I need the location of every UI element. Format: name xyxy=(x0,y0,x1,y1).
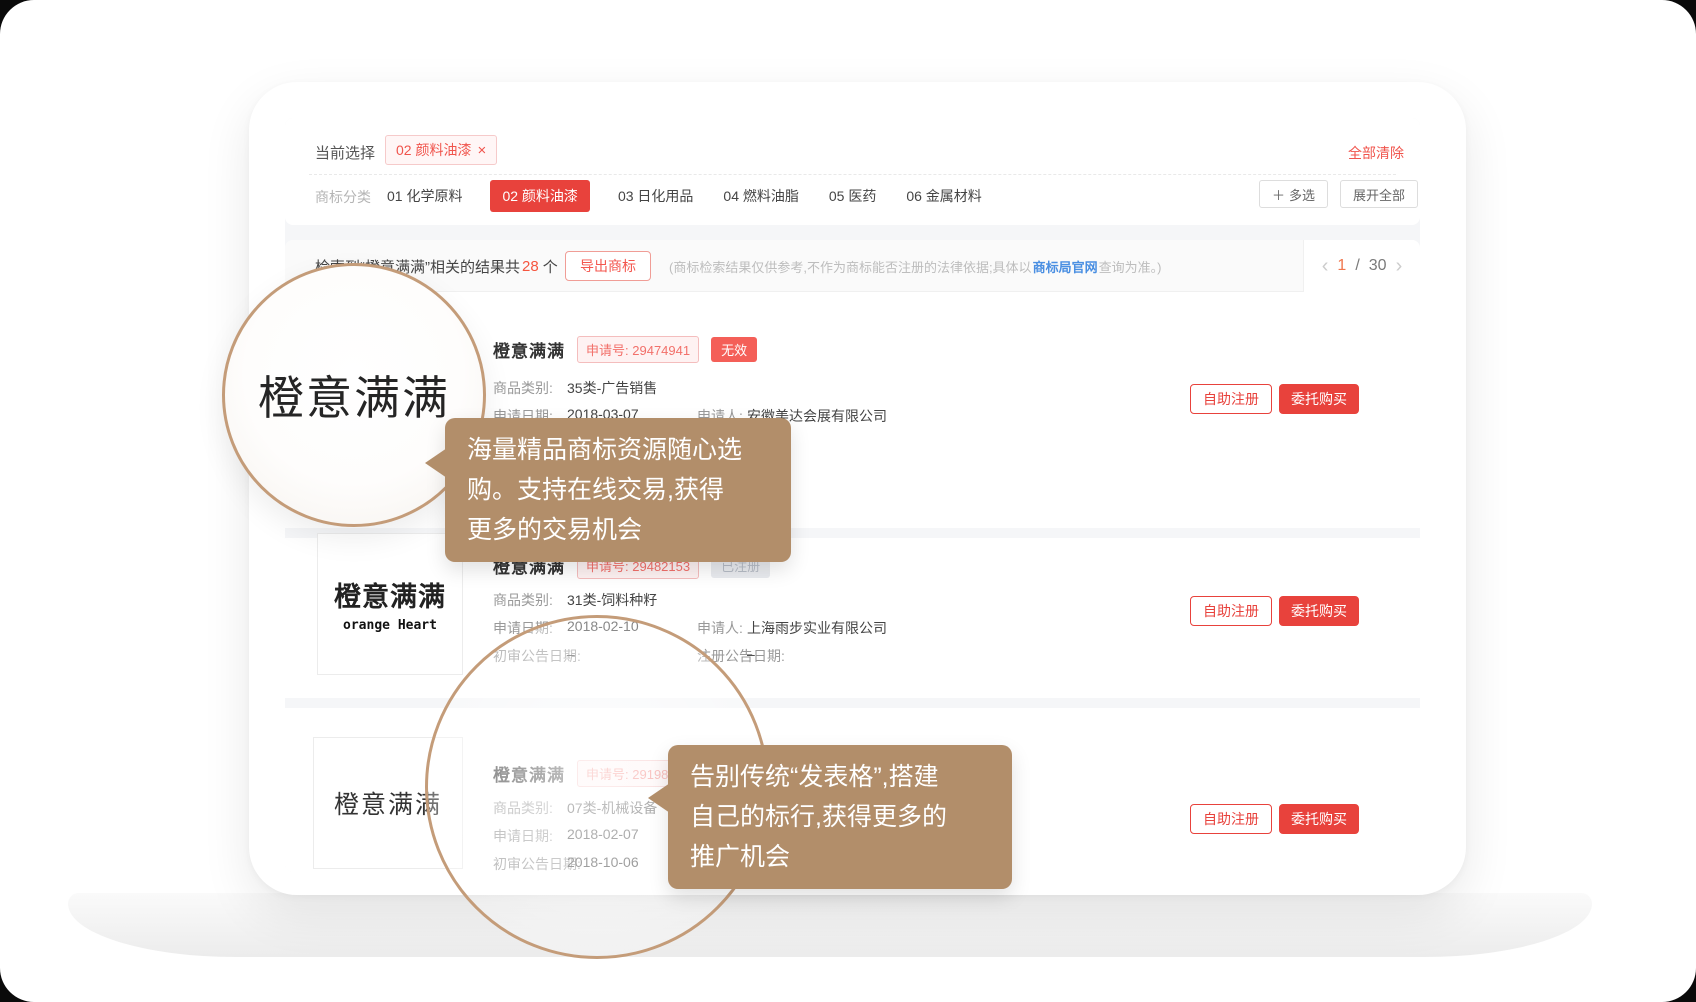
self-register-button[interactable]: 自助注册 xyxy=(1190,384,1272,414)
results-disclaimer: (商标检索结果仅供参考,不作为商标能否注册的法律依据;具体以 商标局官网 查询为… xyxy=(669,240,1161,292)
multi-select-label: 多选 xyxy=(1289,185,1315,204)
page-sheet: 当前选择 02 颜料油漆 × 全部清除 商标分类 01 化学原料 02 颜料油漆… xyxy=(0,0,1696,1002)
application-number-value: 29474941 xyxy=(632,343,690,358)
reg-publish-value: – xyxy=(747,646,755,662)
divider xyxy=(309,174,1396,175)
pagination-current: 1 xyxy=(1337,257,1346,275)
results-header: 检索到“橙意满满”相关的结果共 28 个 导出商标 (商标检索结果仅供参考,不作… xyxy=(285,240,1420,292)
close-icon[interactable]: × xyxy=(477,143,486,158)
category-item-04[interactable]: 04 燃料油脂 xyxy=(721,180,800,212)
filter-card: 当前选择 02 颜料油漆 × 全部清除 商标分类 01 化学原料 02 颜料油漆… xyxy=(285,118,1420,225)
applicant-value: 上海雨步实业有限公司 xyxy=(747,618,887,638)
pagination: ‹ 1 / 30 › xyxy=(1303,240,1420,292)
category-item-03[interactable]: 03 日化用品 xyxy=(616,180,695,212)
category-item-01[interactable]: 01 化学原料 xyxy=(385,180,464,212)
status-badge: 无效 xyxy=(711,337,757,362)
results-count: 28 xyxy=(522,258,539,275)
trademark-image-subtext: orange Heart xyxy=(343,618,437,633)
tooltip-promotion: 告别传统“发表格”,搭建 自己的标行,获得更多的 推广机会 xyxy=(668,745,1012,889)
multi-select-button[interactable]: ＋ 多选 xyxy=(1259,180,1328,208)
pagination-separator: / xyxy=(1355,257,1359,275)
row-title-line: 橙意满满 申请号: 29474941 无效 xyxy=(493,336,757,363)
category-bar-label: 商标分类 xyxy=(315,187,371,207)
export-trademark-button[interactable]: 导出商标 xyxy=(565,251,651,281)
chevron-right-icon[interactable]: › xyxy=(1396,256,1403,276)
self-register-button[interactable]: 自助注册 xyxy=(1190,596,1272,626)
entrust-buy-button[interactable]: 委托购买 xyxy=(1279,596,1359,626)
pagination-total: 30 xyxy=(1369,257,1387,275)
chevron-left-icon[interactable]: ‹ xyxy=(1322,256,1329,276)
category-list: 01 化学原料 02 颜料油漆 03 日化用品 04 燃料油脂 05 医药 06… xyxy=(385,180,984,212)
expand-all-button[interactable]: 展开全部 xyxy=(1340,180,1418,208)
trademark-image-text: 橙意满满 xyxy=(334,575,446,614)
clear-all-link[interactable]: 全部清除 xyxy=(1348,143,1404,163)
selected-filter-tag-text: 02 颜料油漆 xyxy=(396,140,471,160)
application-number-tag: 申请号: 29474941 xyxy=(577,336,699,363)
category-item-05[interactable]: 05 医药 xyxy=(827,180,878,212)
trademark-image[interactable]: 橙意满满 orange Heart xyxy=(317,533,463,675)
entrust-buy-button[interactable]: 委托购买 xyxy=(1279,804,1359,834)
laptop-base xyxy=(68,893,1592,957)
results-count-unit: 个 xyxy=(543,256,558,277)
current-selection-label: 当前选择 xyxy=(315,142,375,163)
tooltip-marketplace: 海量精品商标资源随心选 购。支持在线交易,获得 更多的交易机会 xyxy=(445,418,791,562)
applicant-label: 申请人: xyxy=(697,618,743,638)
category-value: 31类-饲料种籽 xyxy=(567,590,657,610)
category-value: 35类-广告销售 xyxy=(567,378,657,398)
self-register-button[interactable]: 自助注册 xyxy=(1190,804,1272,834)
selected-filter-tag[interactable]: 02 颜料油漆 × xyxy=(385,135,497,165)
category-item-02-selected[interactable]: 02 颜料油漆 xyxy=(490,180,589,212)
category-label: 商品类别: xyxy=(493,590,553,610)
magnified-trademark-text: 橙意满满 xyxy=(258,362,450,428)
trademark-office-link[interactable]: 商标局官网 xyxy=(1033,257,1098,276)
page-canvas: 当前选择 02 颜料油漆 × 全部清除 商标分类 01 化学原料 02 颜料油漆… xyxy=(0,0,1696,1002)
plus-icon: ＋ xyxy=(1272,185,1285,204)
category-label: 商品类别: xyxy=(493,378,553,398)
entrust-buy-button[interactable]: 委托购买 xyxy=(1279,384,1359,414)
trademark-name: 橙意满满 xyxy=(493,337,565,362)
application-number-label: 申请号: xyxy=(586,343,629,358)
category-item-06[interactable]: 06 金属材料 xyxy=(904,180,983,212)
disclaimer-pre: (商标检索结果仅供参考,不作为商标能否注册的法律依据;具体以 xyxy=(669,257,1032,276)
disclaimer-suf: 查询为准。) xyxy=(1099,257,1162,276)
